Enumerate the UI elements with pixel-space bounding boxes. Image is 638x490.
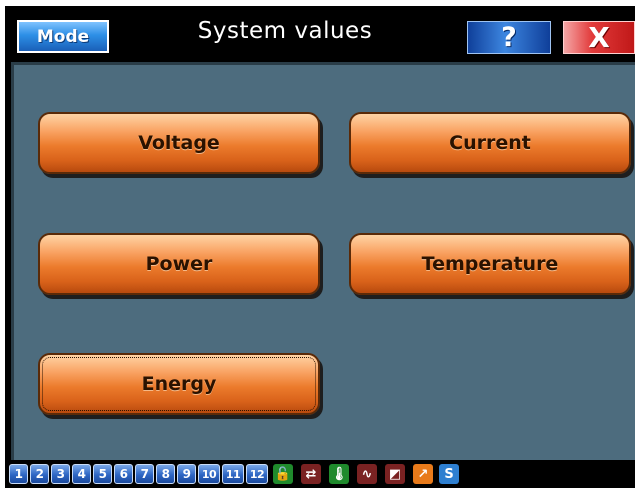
- page-button-1[interactable]: 1: [9, 464, 28, 484]
- energy-button[interactable]: Energy: [38, 353, 320, 415]
- page-button-8[interactable]: 8: [156, 464, 175, 484]
- title-bar: Mode System values ? X: [5, 6, 635, 60]
- voltage-button[interactable]: Voltage: [38, 112, 320, 174]
- page-button-6[interactable]: 6: [114, 464, 133, 484]
- mode-button[interactable]: Mode: [17, 20, 109, 53]
- page-button-7[interactable]: 7: [135, 464, 154, 484]
- page-button-4[interactable]: 4: [72, 464, 91, 484]
- page-button-10[interactable]: 10: [198, 464, 220, 484]
- page-button-5[interactable]: 5: [93, 464, 112, 484]
- power-button[interactable]: Power: [38, 233, 320, 295]
- arrows-icon[interactable]: ⇄: [301, 464, 321, 484]
- temperature-button[interactable]: Temperature: [349, 233, 631, 295]
- page-button-3[interactable]: 3: [51, 464, 70, 484]
- page-button-2[interactable]: 2: [30, 464, 49, 484]
- hmi-screen: Mode System values ? X Voltage Current P…: [5, 6, 635, 488]
- current-button[interactable]: Current: [349, 112, 631, 174]
- close-button[interactable]: X: [563, 21, 635, 54]
- arrow-up-right-icon[interactable]: ↗: [413, 464, 433, 484]
- page-bar: 1 2 3 4 5 6 7 8 9 10 11 12 🔓 ⇄ 🌡 ∿ ◩ ↗ S: [5, 460, 635, 488]
- page-button-9[interactable]: 9: [177, 464, 196, 484]
- page-button-12[interactable]: 12: [246, 464, 268, 484]
- thermometer-icon[interactable]: 🌡: [329, 464, 349, 484]
- main-panel: Voltage Current Power Temperature Energy: [11, 62, 635, 460]
- unlock-icon[interactable]: 🔓: [273, 464, 293, 484]
- page-button-11[interactable]: 11: [222, 464, 244, 484]
- page-title: System values: [197, 18, 373, 44]
- s-icon[interactable]: S: [439, 464, 459, 484]
- graph-icon[interactable]: ∿: [357, 464, 377, 484]
- help-button[interactable]: ?: [467, 21, 551, 54]
- chart-icon[interactable]: ◩: [385, 464, 405, 484]
